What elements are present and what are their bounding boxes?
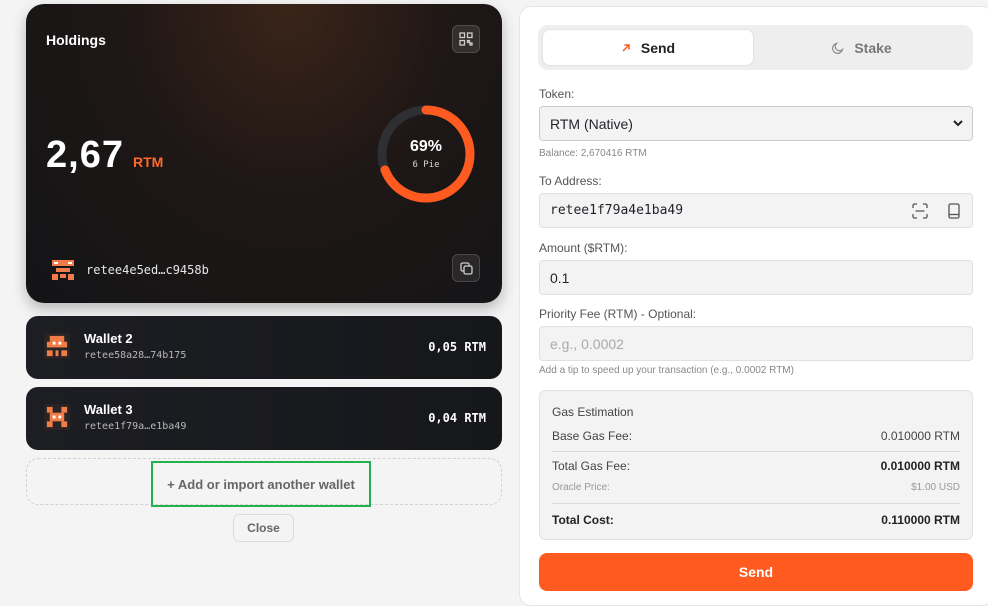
scan-icon[interactable] xyxy=(912,203,928,219)
send-stake-tabs: Send Stake xyxy=(538,25,973,70)
priority-fee-label: Priority Fee (RTM) - Optional: xyxy=(539,307,697,321)
arrow-up-right-icon xyxy=(622,43,630,52)
holdings-address-row: retee4e5ed…c9458b xyxy=(52,260,209,280)
base-gas-label: Base Gas Fee: xyxy=(552,429,633,443)
wallet-balance: 0,05 RTM xyxy=(428,340,486,354)
total-gas-label: Total Gas Fee: xyxy=(552,459,631,473)
total-balance: 2,67 RTM xyxy=(46,134,163,177)
wallet-avatar-icon xyxy=(44,404,70,430)
tab-send[interactable]: Send xyxy=(542,29,754,66)
amount-label: Amount ($RTM): xyxy=(539,241,628,255)
token-label: Token: xyxy=(539,87,575,101)
priority-fee-hint: Add a tip to speed up your transaction (… xyxy=(539,365,794,376)
token-select[interactable]: RTM (Native) xyxy=(539,106,973,141)
holdings-card: Holdings 2,67 RTM 69% staked 6 Pie retee… xyxy=(26,4,939,303)
total-gas-value: 0.010000 RTM xyxy=(880,459,960,473)
wallet-item-2[interactable]: Wallet 2 retee58a28…74b175 0,05 RTM xyxy=(26,316,502,379)
wallet-address: retee1f79a…e1ba49 xyxy=(84,421,187,432)
wallet-balance: 0,04 RTM xyxy=(428,411,486,425)
qr-code-icon xyxy=(459,32,473,46)
qr-code-button[interactable] xyxy=(452,25,480,53)
staked-percent: 69% xyxy=(409,138,443,155)
holdings-address: retee4e5ed…c9458b xyxy=(86,263,209,277)
tab-send-label: Send xyxy=(640,39,676,56)
holdings-title: Holdings xyxy=(46,32,106,48)
wallet-name: Wallet 3 xyxy=(84,402,133,417)
pie-label: 6 Pie xyxy=(412,160,440,170)
address-book-icon[interactable] xyxy=(946,203,962,219)
send-button[interactable]: Send xyxy=(539,553,973,591)
staked-ring-label: 69% staked 6 Pie xyxy=(376,104,939,204)
to-address-value: retee1f79a4e1ba49 xyxy=(550,203,684,218)
balance-unit: RTM xyxy=(132,154,164,170)
token-select-value: RTM (Native) xyxy=(550,115,633,132)
add-wallet-button[interactable]: + Add or import another wallet xyxy=(151,461,371,507)
oracle-price-value: $1.00 USD xyxy=(911,482,960,493)
wallet-avatar-icon xyxy=(44,333,70,359)
copy-icon xyxy=(459,261,473,275)
priority-fee-input[interactable]: e.g., 0.0002 xyxy=(539,326,973,361)
amount-input[interactable]: 0.1 xyxy=(539,260,973,295)
copy-address-button[interactable] xyxy=(452,254,480,282)
to-address-label: To Address: xyxy=(539,174,602,188)
oracle-price-label: Oracle Price: xyxy=(552,482,610,493)
total-cost-label: Total Cost: xyxy=(552,513,614,527)
balance-amount: 2,67 xyxy=(46,134,124,176)
tab-stake-label: Stake xyxy=(854,39,892,56)
base-gas-value: 0.010000 RTM xyxy=(880,429,960,443)
wallet-item-3[interactable]: Wallet 3 retee1f79a…e1ba49 0,04 RTM xyxy=(26,387,502,450)
wallet-address: retee58a28…74b175 xyxy=(84,350,187,361)
balance-hint: Balance: 2,670416 RTM xyxy=(539,148,647,159)
total-cost-value: 0.110000 RTM xyxy=(881,513,960,527)
chevron-down-icon xyxy=(953,120,963,127)
tab-stake[interactable]: Stake xyxy=(756,29,968,66)
to-address-input[interactable]: retee1f79a4e1ba49 xyxy=(539,193,973,228)
moon-icon xyxy=(832,41,844,54)
gas-estimation-box: Gas Estimation Base Gas Fee: 0.010000 RT… xyxy=(539,390,973,540)
priority-fee-placeholder: e.g., 0.0002 xyxy=(550,335,624,352)
wallet-name: Wallet 2 xyxy=(84,331,133,346)
wallet-avatar-icon xyxy=(52,260,74,280)
address-actions xyxy=(912,203,962,219)
close-button[interactable]: Close xyxy=(233,514,294,542)
gas-title: Gas Estimation xyxy=(552,405,634,419)
amount-value: 0.1 xyxy=(550,269,570,286)
